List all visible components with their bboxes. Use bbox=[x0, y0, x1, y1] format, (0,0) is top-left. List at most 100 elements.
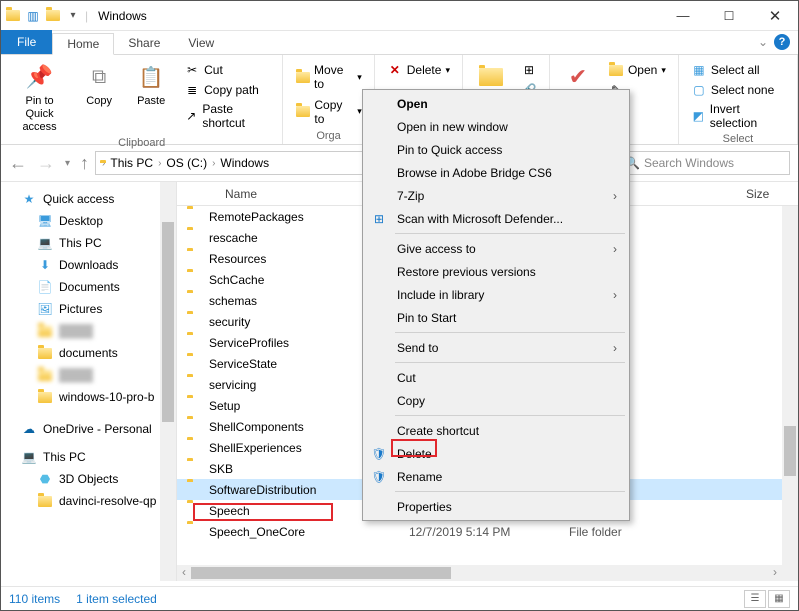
large-icons-view-button[interactable]: ▦ bbox=[768, 590, 790, 608]
folder-icon bbox=[187, 377, 203, 393]
up-button[interactable]: ↑ bbox=[80, 153, 89, 174]
selection-count: 1 item selected bbox=[76, 592, 157, 606]
tab-view[interactable]: View bbox=[174, 32, 228, 54]
forward-button[interactable]: → bbox=[37, 153, 55, 174]
ctx-create-shortcut[interactable]: Create shortcut bbox=[365, 419, 627, 442]
copy-button[interactable]: ⧉ Copy bbox=[74, 57, 124, 135]
pin-quick-access-button[interactable]: 📌 Pin to Quick access bbox=[7, 57, 72, 135]
open-icon bbox=[608, 62, 624, 78]
ctx-cut[interactable]: Cut bbox=[365, 366, 627, 389]
maximize-button[interactable]: ☐ bbox=[706, 1, 752, 31]
paste-icon: 📋 bbox=[135, 61, 167, 93]
delete-button[interactable]: ✕Delete ▾ bbox=[385, 61, 452, 79]
nav-item[interactable]: 🖥Desktop bbox=[1, 210, 176, 232]
folder-icon bbox=[187, 272, 203, 288]
context-menu: Open Open in new window Pin to Quick acc… bbox=[362, 89, 630, 521]
ctx-delete[interactable]: 🛡Delete bbox=[365, 442, 627, 465]
minimize-button[interactable]: — bbox=[660, 1, 706, 31]
move-to-button[interactable]: Move to ▾ bbox=[293, 62, 363, 92]
help-icon[interactable]: ? bbox=[774, 34, 790, 50]
folder-icon bbox=[187, 398, 203, 414]
ctx-open-new-window[interactable]: Open in new window bbox=[365, 115, 627, 138]
dropdown-icon[interactable]: ▾ bbox=[65, 8, 81, 24]
tab-file[interactable]: File bbox=[1, 30, 52, 54]
ctx-give-access[interactable]: Give access to› bbox=[365, 237, 627, 260]
folder-icon bbox=[187, 230, 203, 246]
horiz-scrollbar[interactable]: ‹ › bbox=[177, 565, 782, 581]
ctx-bridge[interactable]: Browse in Adobe Bridge CS6 bbox=[365, 161, 627, 184]
ctx-copy[interactable]: Copy bbox=[365, 389, 627, 412]
copy-path-button[interactable]: ≣Copy path bbox=[182, 81, 272, 99]
folder-icon bbox=[187, 209, 203, 225]
nav-item[interactable]: ⬣3D Objects bbox=[1, 468, 176, 490]
nav-item[interactable]: davinci-resolve-qp bbox=[1, 490, 176, 512]
ctx-send-to[interactable]: Send to› bbox=[365, 336, 627, 359]
ctx-properties[interactable]: Properties bbox=[365, 495, 627, 518]
shield-icon: 🛡 bbox=[371, 446, 387, 462]
nav-onedrive[interactable]: ☁OneDrive - Personal bbox=[1, 418, 176, 440]
nav-item[interactable]: 📄Documents bbox=[1, 276, 176, 298]
chevron-right-icon: › bbox=[613, 288, 617, 302]
tab-home[interactable]: Home bbox=[52, 33, 114, 55]
paste-shortcut-button[interactable]: ↗Paste shortcut bbox=[182, 101, 272, 131]
nav-item[interactable]: documents bbox=[1, 342, 176, 364]
path-icon: ≣ bbox=[184, 82, 200, 98]
quick-access-toolbar: ▥ ▾ | bbox=[1, 8, 92, 24]
breadcrumb[interactable]: OS (C:) bbox=[163, 156, 210, 170]
nav-item[interactable]: ⬇Downloads bbox=[1, 254, 176, 276]
ctx-rename[interactable]: 🛡Rename bbox=[365, 465, 627, 488]
ctx-7zip[interactable]: 7-Zip› bbox=[365, 184, 627, 207]
nav-scrollbar[interactable] bbox=[160, 182, 176, 581]
cut-button[interactable]: ✂Cut bbox=[182, 61, 272, 79]
star-icon: ★ bbox=[21, 191, 37, 207]
nav-item[interactable]: 💻This PC bbox=[1, 232, 176, 254]
ctx-defender[interactable]: ⊞Scan with Microsoft Defender... bbox=[365, 207, 627, 230]
close-button[interactable]: ✕ bbox=[752, 1, 798, 31]
new-item-button[interactable]: ⊞ bbox=[519, 61, 539, 79]
nav-this-pc[interactable]: 💻This PC bbox=[1, 446, 176, 468]
breadcrumb[interactable]: This PC bbox=[107, 156, 156, 170]
select-all-button[interactable]: ▦Select all bbox=[689, 61, 787, 79]
nav-item[interactable]: windows-10-pro-b bbox=[1, 386, 176, 408]
ribbon-tabs: File Home Share View ⌄ ? bbox=[1, 31, 798, 55]
list-scrollbar[interactable] bbox=[782, 206, 798, 581]
pc-icon: 💻 bbox=[37, 235, 53, 251]
item-count: 110 items bbox=[9, 592, 60, 606]
ctx-pin-start[interactable]: Pin to Start bbox=[365, 306, 627, 329]
recent-dropdown[interactable]: ▾ bbox=[65, 158, 70, 169]
chevron-right-icon: › bbox=[158, 158, 161, 169]
table-row[interactable]: Speech_OneCore12/7/2019 5:14 PMFile fold… bbox=[177, 521, 798, 542]
select-none-icon: ▢ bbox=[691, 82, 707, 98]
folder-icon bbox=[295, 69, 310, 85]
select-none-button[interactable]: ▢Select none bbox=[689, 81, 787, 99]
nav-item[interactable]: 🖼Pictures bbox=[1, 298, 176, 320]
window-controls: — ☐ ✕ bbox=[660, 1, 798, 31]
invert-selection-button[interactable]: ◩Invert selection bbox=[689, 101, 787, 131]
details-view-button[interactable]: ☰ bbox=[744, 590, 766, 608]
collapse-ribbon-icon[interactable]: ⌄ bbox=[758, 35, 768, 49]
group-label: Clipboard bbox=[7, 135, 276, 151]
search-input[interactable]: 🔍 Search Windows bbox=[620, 151, 790, 175]
separator bbox=[395, 233, 625, 234]
props-icon[interactable]: ▥ bbox=[25, 8, 41, 24]
copy-to-button[interactable]: Copy to ▾ bbox=[293, 97, 363, 127]
file-date: 12/7/2019 5:14 PM bbox=[409, 525, 569, 539]
invert-icon: ◩ bbox=[691, 108, 706, 124]
open-button[interactable]: Open ▾ bbox=[606, 61, 668, 79]
copy-icon: ⧉ bbox=[83, 61, 115, 93]
nav-quick-access[interactable]: ★Quick access bbox=[1, 188, 176, 210]
nav-item[interactable]: ████ bbox=[1, 364, 176, 386]
paste-button[interactable]: 📋 Paste bbox=[126, 57, 176, 135]
ctx-include-library[interactable]: Include in library› bbox=[365, 283, 627, 306]
ctx-restore-versions[interactable]: Restore previous versions bbox=[365, 260, 627, 283]
breadcrumb[interactable]: Windows bbox=[217, 156, 272, 170]
scissors-icon: ✂ bbox=[184, 62, 200, 78]
back-button[interactable]: ← bbox=[9, 153, 27, 174]
ctx-pin-quick-access[interactable]: Pin to Quick access bbox=[365, 138, 627, 161]
col-size[interactable]: Size bbox=[738, 187, 798, 201]
pc-icon: 💻 bbox=[21, 449, 37, 465]
ctx-open[interactable]: Open bbox=[365, 92, 627, 115]
shortcut-icon: ↗ bbox=[184, 108, 198, 124]
tab-share[interactable]: Share bbox=[114, 32, 174, 54]
nav-item[interactable]: ████ bbox=[1, 320, 176, 342]
